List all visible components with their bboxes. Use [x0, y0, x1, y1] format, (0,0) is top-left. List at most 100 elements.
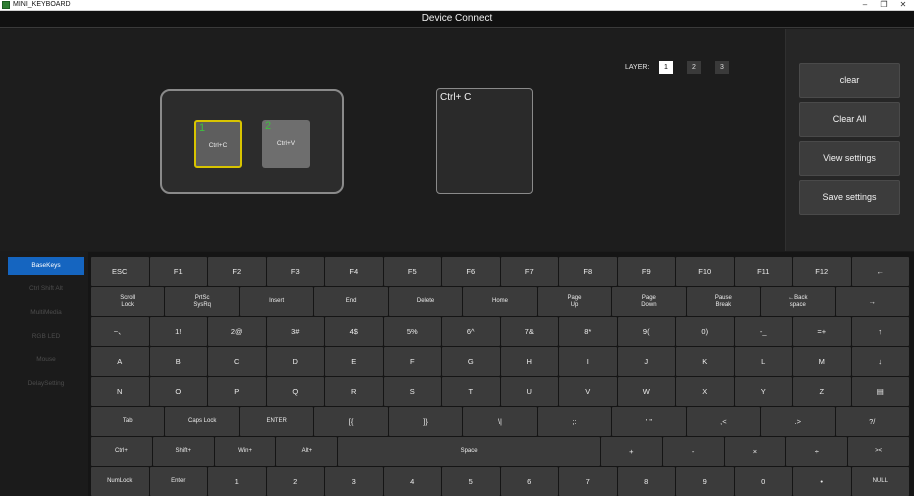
key-d[interactable]: D [266, 347, 324, 376]
key-arrow-down[interactable]: ↓ [851, 347, 909, 376]
key-tab[interactable]: Tab [91, 407, 165, 436]
key-e[interactable]: E [325, 347, 383, 376]
key-z[interactable]: Z [793, 377, 851, 406]
key-f10[interactable]: F10 [676, 257, 734, 286]
key-numpad-5[interactable]: 5 [442, 467, 500, 496]
key-null[interactable]: NULL [851, 467, 909, 496]
key-f7[interactable]: F7 [500, 257, 558, 286]
nav-item-ctrl-shift-alt[interactable]: Ctrl Shift Alt [8, 280, 84, 298]
key-f5[interactable]: F5 [383, 257, 441, 286]
key-f1[interactable]: F1 [149, 257, 207, 286]
key-f2[interactable]: F2 [208, 257, 266, 286]
key-backslash[interactable]: \| [463, 407, 537, 436]
key-4[interactable]: 4$ [325, 317, 383, 346]
layer-button-1[interactable]: 1 [659, 61, 673, 74]
key-r[interactable]: R [325, 377, 383, 406]
key-arrow-right[interactable]: → [835, 287, 909, 316]
key-numpad-7[interactable]: 7 [559, 467, 617, 496]
key-numpad-8[interactable]: 8 [617, 467, 675, 496]
clear-all-button[interactable]: Clear All [799, 102, 900, 137]
key-assignment-display[interactable]: Ctrl+ C [436, 88, 533, 194]
nav-item-multimedia[interactable]: MultiMedia [8, 304, 84, 322]
key-3[interactable]: 3# [266, 317, 324, 346]
key-page-down[interactable]: Page Down [612, 287, 686, 316]
key-slash[interactable]: ?/ [835, 407, 909, 436]
key-alt-modifier[interactable]: Alt+ [276, 437, 338, 466]
layer-button-2[interactable]: 2 [687, 61, 701, 74]
key-caps-lock[interactable]: Caps Lock [165, 407, 239, 436]
view-settings-button[interactable]: View settings [799, 141, 900, 176]
key-plus[interactable]: + [600, 437, 662, 466]
key-backspace[interactable]: ←Back space [761, 287, 835, 316]
minimize-button[interactable]: – [855, 0, 875, 10]
key-right-bracket[interactable]: ]} [388, 407, 463, 436]
key-semicolon[interactable]: ;: [537, 407, 612, 436]
key-equals[interactable]: =+ [793, 317, 851, 346]
key-arrow-left[interactable]: ← [851, 257, 909, 286]
key-multiply[interactable]: × [724, 437, 786, 466]
key-esc[interactable]: ESC [91, 257, 149, 286]
key-7[interactable]: 7& [500, 317, 558, 346]
key-minus[interactable]: -_ [734, 317, 792, 346]
device-key-1[interactable]: 1 Ctrl+C [194, 120, 242, 168]
key-divide[interactable]: ÷ [786, 437, 848, 466]
key-f8[interactable]: F8 [559, 257, 617, 286]
key-i[interactable]: I [559, 347, 617, 376]
menu-key-icon[interactable]: ▤ [851, 377, 909, 406]
key-arrow-up[interactable]: ↑ [851, 317, 909, 346]
key-numpad-0[interactable]: 0 [734, 467, 792, 496]
key-f6[interactable]: F6 [442, 257, 500, 286]
key-f9[interactable]: F9 [617, 257, 675, 286]
key-b[interactable]: B [149, 347, 207, 376]
key-f4[interactable]: F4 [325, 257, 383, 286]
key-tilde[interactable]: ~、 [91, 317, 149, 346]
key-0[interactable]: 0) [676, 317, 734, 346]
key-pause[interactable]: Pause Break [686, 287, 761, 316]
key-u[interactable]: U [500, 377, 558, 406]
key-g[interactable]: G [442, 347, 500, 376]
key-angle-brackets[interactable]: >< [848, 437, 910, 466]
key-enter[interactable]: ENTER [239, 407, 314, 436]
key-ctrl-modifier[interactable]: Ctrl+ [91, 437, 152, 466]
key-a[interactable]: A [91, 347, 149, 376]
key-f12[interactable]: F12 [793, 257, 851, 286]
key-period[interactable]: .> [761, 407, 835, 436]
device-key-2[interactable]: 2 Ctrl+V [262, 120, 310, 168]
key-shift-modifier[interactable]: Shift+ [152, 437, 214, 466]
key-k[interactable]: K [676, 347, 734, 376]
key-minus-operator[interactable]: - [662, 437, 724, 466]
key-n[interactable]: N [91, 377, 149, 406]
key-numpad-4[interactable]: 4 [383, 467, 441, 496]
key-h[interactable]: H [500, 347, 558, 376]
key-numlock[interactable]: NumLock [91, 467, 149, 496]
key-f[interactable]: F [383, 347, 441, 376]
key-6[interactable]: 6^ [442, 317, 500, 346]
key-quote[interactable]: ' " [612, 407, 686, 436]
nav-item-delay-setting[interactable]: DelaySetting [8, 375, 84, 393]
key-win-modifier[interactable]: Win+ [214, 437, 276, 466]
key-left-bracket[interactable]: [{ [314, 407, 388, 436]
key-2[interactable]: 2@ [208, 317, 266, 346]
key-numpad-2[interactable]: 2 [266, 467, 324, 496]
key-scroll-lock[interactable]: Scroll Lock [91, 287, 165, 316]
nav-item-rgb-led[interactable]: RGB LED [8, 328, 84, 346]
key-comma[interactable]: ,< [686, 407, 761, 436]
key-m[interactable]: M [793, 347, 851, 376]
key-1[interactable]: 1! [149, 317, 207, 346]
clear-button[interactable]: clear [799, 63, 900, 98]
key-numpad-9[interactable]: 9 [676, 467, 734, 496]
key-numpad-3[interactable]: 3 [325, 467, 383, 496]
key-space[interactable]: Space [338, 437, 600, 466]
key-8[interactable]: 8* [559, 317, 617, 346]
key-page-up[interactable]: Page Up [537, 287, 612, 316]
key-prtsc[interactable]: PrtSc SysRq [165, 287, 239, 316]
key-numpad-dot[interactable]: • [793, 467, 851, 496]
key-f11[interactable]: F11 [734, 257, 792, 286]
key-x[interactable]: X [676, 377, 734, 406]
maximize-button[interactable]: ❐ [874, 0, 894, 10]
key-9[interactable]: 9( [617, 317, 675, 346]
key-v[interactable]: V [559, 377, 617, 406]
key-l[interactable]: L [734, 347, 792, 376]
key-q[interactable]: Q [266, 377, 324, 406]
key-insert[interactable]: Insert [239, 287, 314, 316]
